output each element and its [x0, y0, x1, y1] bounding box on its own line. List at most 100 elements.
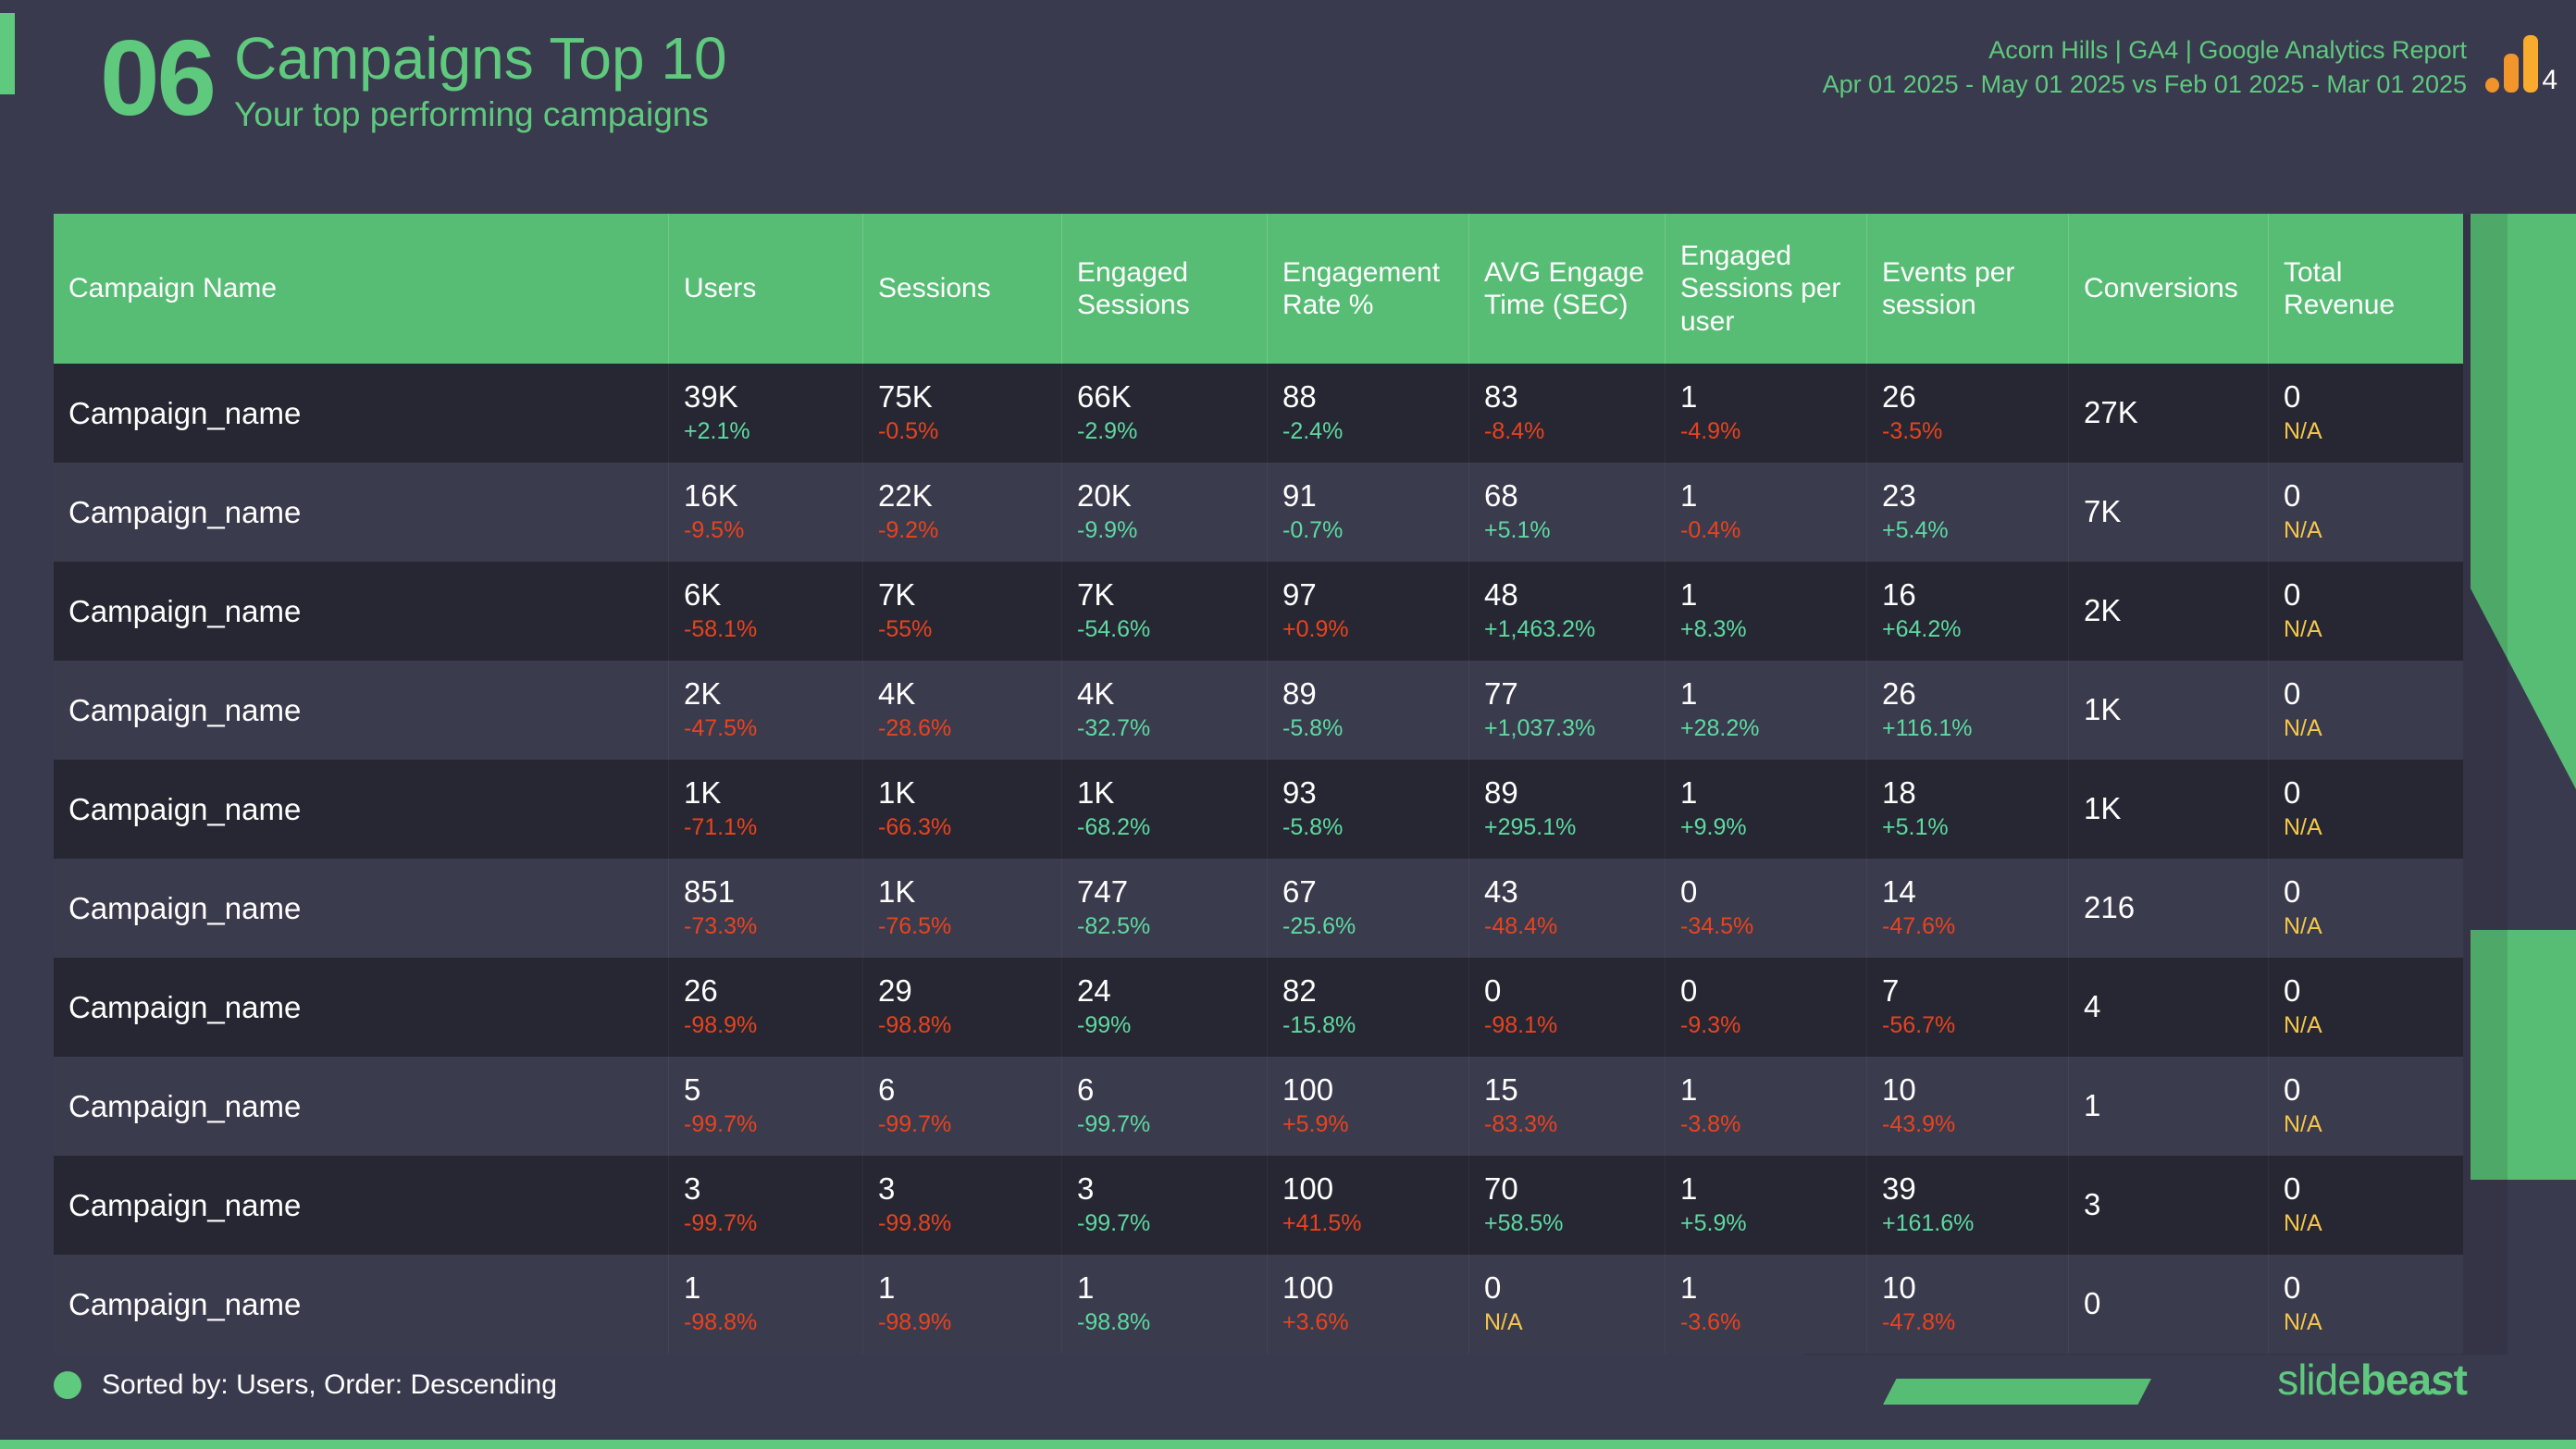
column-header-1[interactable]: Users	[669, 214, 863, 365]
metric-value: 0	[1680, 874, 1698, 910]
metric-cell: 0 -9.3%	[1666, 958, 1867, 1058]
metric-delta: -25.6%	[1282, 913, 1356, 940]
metric-value: 7K	[878, 577, 916, 613]
metric-value: 0	[2284, 1072, 2301, 1108]
metric-value: 2K	[684, 676, 722, 712]
table-header-row: Campaign Name Users Sessions Engaged Sessio…	[54, 214, 2463, 365]
metric-cell: 0 -34.5%	[1666, 859, 1867, 959]
column-header-5[interactable]: AVG Engage Time (SEC)	[1469, 214, 1666, 365]
table-row[interactable]: Campaign_name 39K +2.1% 75K -0.5% 66K -2.9% 88 -…	[54, 364, 2463, 464]
metric-value: 89	[1484, 775, 1518, 811]
sorted-by-label: Sorted by: Users, Order: Descending	[102, 1369, 557, 1400]
metric-delta: -15.8%	[1282, 1012, 1356, 1039]
metric-value: 1	[1680, 676, 1698, 712]
metric-delta: -5.8%	[1282, 814, 1344, 841]
campaign-name-cell: Campaign_name	[54, 958, 669, 1058]
metric-delta: N/A	[2284, 517, 2322, 544]
metric-delta: -32.7%	[1077, 715, 1151, 742]
metric-delta: -0.4%	[1680, 517, 1741, 544]
metric-value: 3	[878, 1171, 896, 1207]
table-row[interactable]: Campaign_name 5 -99.7% 6 -99.7% 6 -99.7% 100 +5.…	[54, 1057, 2463, 1157]
campaign-name-value: Campaign_name	[68, 1187, 302, 1222]
table-row[interactable]: Campaign_name 16K -9.5% 22K -9.2% 20K -9.9% 91 -…	[54, 463, 2463, 563]
metric-cell: 39 +161.6%	[1867, 1156, 2069, 1256]
metric-cell: 89 -5.8%	[1268, 661, 1469, 761]
metric-value: 747	[1077, 874, 1129, 910]
metric-delta: -9.5%	[684, 517, 745, 544]
metric-delta: +0.9%	[1282, 616, 1349, 643]
metric-cell: 747 -82.5%	[1062, 859, 1268, 959]
metric-value: 39	[1882, 1171, 1916, 1207]
ga-bar-medium-icon	[2504, 54, 2520, 93]
metric-value: 23	[1882, 478, 1916, 514]
metric-value: 27K	[2084, 395, 2138, 430]
metric-delta: -98.8%	[1077, 1309, 1151, 1336]
metric-value: 18	[1882, 775, 1916, 811]
column-header-8[interactable]: Conversions	[2069, 214, 2269, 365]
metric-delta: +28.2%	[1680, 715, 1760, 742]
table-row[interactable]: Campaign_name 26 -98.9% 29 -98.8% 24 -99% 82 -15…	[54, 958, 2463, 1058]
metric-cell: 77 +1,037.3%	[1469, 661, 1666, 761]
campaign-name-value: Campaign_name	[68, 890, 302, 925]
decorative-footer-green-bar	[1883, 1379, 2151, 1405]
table-row[interactable]: Campaign_name 1K -71.1% 1K -66.3% 1K -68.2% 93 -…	[54, 760, 2463, 860]
metric-value: 0	[1680, 973, 1698, 1009]
campaigns-table: Campaign Name Users Sessions Engaged Sessio…	[54, 214, 2463, 1355]
table-row[interactable]: Campaign_name 2K -47.5% 4K -28.6% 4K -32.7% 89 -…	[54, 661, 2463, 761]
column-header-6[interactable]: Engaged Sessions per user	[1666, 214, 1867, 365]
metric-delta: +2.1%	[684, 418, 750, 445]
column-header-4[interactable]: Engagement Rate %	[1268, 214, 1469, 365]
metric-value: 1	[1680, 775, 1698, 811]
metric-cell: 39K +2.1%	[669, 364, 863, 464]
metric-cell: 0 -98.1%	[1469, 958, 1666, 1058]
metric-value: 10	[1882, 1270, 1916, 1306]
metric-delta: -76.5%	[878, 913, 952, 940]
decorative-green-rectangle	[2471, 930, 2576, 1180]
table-row[interactable]: Campaign_name 3 -99.7% 3 -99.8% 3 -99.7% 100 +41…	[54, 1156, 2463, 1256]
metric-delta: -58.1%	[684, 616, 758, 643]
metric-delta: N/A	[2284, 814, 2322, 841]
metric-value: 66K	[1077, 379, 1132, 415]
metric-cell: 7K	[2069, 463, 2269, 563]
metric-cell: 4	[2069, 958, 2269, 1058]
metric-delta: -2.4%	[1282, 418, 1344, 445]
metric-cell: 26 -98.9%	[669, 958, 863, 1058]
metric-cell: 15 -83.3%	[1469, 1057, 1666, 1157]
metric-delta: N/A	[1484, 1309, 1523, 1336]
metric-value: 77	[1484, 676, 1518, 712]
metric-value: 0	[1484, 973, 1502, 1009]
metric-cell: 27K	[2069, 364, 2269, 464]
metric-delta: -3.8%	[1680, 1111, 1741, 1138]
ga-bar-small-icon	[2485, 78, 2500, 93]
column-header-7[interactable]: Events per session	[1867, 214, 2069, 365]
metric-cell: 20K -9.9%	[1062, 463, 1268, 563]
metric-value: 24	[1077, 973, 1111, 1009]
metric-delta: +1,463.2%	[1484, 616, 1596, 643]
metric-cell: 100 +41.5%	[1268, 1156, 1469, 1256]
metric-value: 0	[2284, 1171, 2301, 1207]
metric-cell: 3 -99.7%	[1062, 1156, 1268, 1256]
metric-cell: 1	[2069, 1057, 2269, 1157]
campaign-name-value: Campaign_name	[68, 989, 302, 1024]
sort-info: Sorted by: Users, Order: Descending	[54, 1369, 557, 1401]
metric-cell: 89 +295.1%	[1469, 760, 1666, 860]
metric-cell: 3 -99.7%	[669, 1156, 863, 1256]
table-row[interactable]: Campaign_name 1 -98.8% 1 -98.9% 1 -98.8% 100 +3.…	[54, 1255, 2463, 1355]
metric-delta: -0.7%	[1282, 517, 1344, 544]
metric-delta: -5.8%	[1282, 715, 1344, 742]
column-header-3[interactable]: Engaged Sessions	[1062, 214, 1268, 365]
metric-cell: 1 -98.8%	[669, 1255, 863, 1355]
metric-value: 1	[1680, 1270, 1698, 1306]
column-header-9[interactable]: Total Revenue	[2269, 214, 2463, 365]
column-header-2[interactable]: Sessions	[863, 214, 1062, 365]
metric-value: 4K	[1077, 676, 1115, 712]
table-row[interactable]: Campaign_name 851 -73.3% 1K -76.5% 747 -82.5% 6…	[54, 859, 2463, 959]
metric-cell: 91 -0.7%	[1268, 463, 1469, 563]
ga-bar-large-icon	[2523, 35, 2539, 93]
table-header: Campaign Name Users Sessions Engaged Sessio…	[54, 214, 2463, 365]
metric-delta: -54.6%	[1077, 616, 1151, 643]
table-row[interactable]: Campaign_name 6K -58.1% 7K -55% 7K -54.6% 97 +0.…	[54, 562, 2463, 662]
metric-delta: +161.6%	[1882, 1210, 1975, 1237]
column-header-0[interactable]: Campaign Name	[54, 214, 669, 365]
metric-delta: -99.8%	[878, 1210, 952, 1237]
